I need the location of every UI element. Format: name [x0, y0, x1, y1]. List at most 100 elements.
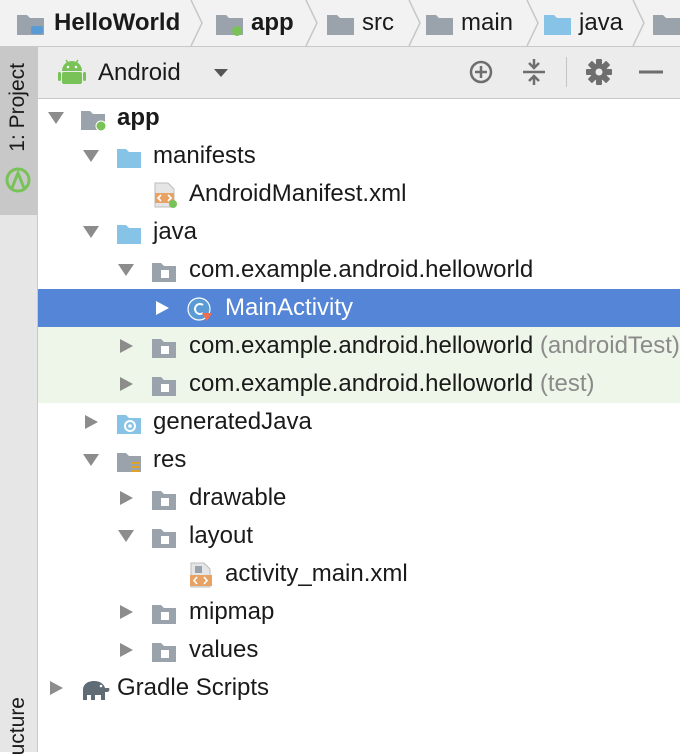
tree-node-package-android-test[interactable]: com.example.android.helloworld (androidT… [38, 327, 680, 365]
node-label: app [117, 104, 160, 131]
class-icon [187, 297, 212, 321]
node-label: manifests [153, 142, 256, 169]
package-icon [152, 377, 176, 396]
chevron-down-icon[interactable] [214, 69, 228, 77]
gear-icon[interactable] [584, 57, 614, 87]
source-folder-icon [117, 225, 141, 244]
tree-node-mipmap[interactable]: mipmap [38, 593, 680, 631]
folder-icon [152, 491, 176, 510]
expanded-arrow-icon[interactable] [83, 453, 99, 467]
locate-icon[interactable] [466, 57, 496, 87]
tree-node-main-activity[interactable]: MainActivity [38, 289, 680, 327]
folder-icon [152, 643, 176, 662]
expanded-arrow-icon[interactable] [118, 529, 134, 543]
expanded-arrow-icon[interactable] [48, 111, 64, 125]
node-label: com.example.android.helloworld (androidT… [189, 332, 680, 359]
expanded-arrow-icon[interactable] [118, 263, 134, 277]
tree-node-android-manifest[interactable]: AndroidManifest.xml [38, 175, 680, 213]
generated-folder-icon [117, 415, 141, 434]
breadcrumb: HelloWorld app src main java [0, 0, 680, 47]
breadcrumb-label: app [251, 9, 294, 36]
breadcrumb-item-main[interactable]: main [423, 0, 533, 46]
module-folder-icon [216, 15, 243, 36]
breadcrumb-item-helloworld[interactable]: HelloWorld [0, 0, 190, 46]
expanded-arrow-icon[interactable] [83, 225, 99, 239]
collapsed-arrow-icon[interactable] [48, 681, 64, 695]
folder-icon [152, 605, 176, 624]
minimize-icon[interactable] [636, 57, 666, 87]
breadcrumb-separator [408, 0, 421, 46]
project-tool-tab[interactable]: 1: Project [0, 47, 37, 215]
tree-node-layout[interactable]: layout [38, 517, 680, 555]
node-label: com.example.android.helloworld [189, 256, 534, 283]
folder-icon [426, 15, 453, 35]
project-tab-label: 1: Project [6, 63, 29, 152]
tree-node-manifests[interactable]: manifests [38, 137, 680, 175]
tree-node-drawable[interactable]: drawable [38, 479, 680, 517]
view-mode-label[interactable]: Android [98, 59, 181, 87]
node-suffix: (test) [539, 370, 595, 397]
tool-window-strip: 1: Project ucture [0, 47, 38, 755]
breadcrumb-item-src[interactable]: src [320, 0, 415, 46]
breadcrumb-separator [190, 0, 203, 46]
node-label: drawable [189, 484, 287, 511]
structure-tab-label[interactable]: ucture [6, 697, 30, 755]
tree-node-activity-main[interactable]: activity_main.xml [38, 555, 680, 593]
tree-node-package-main[interactable]: com.example.android.helloworld [38, 251, 680, 289]
module-icon [81, 111, 106, 132]
project-panel-header: Android [38, 47, 680, 99]
breadcrumb-separator [632, 0, 645, 46]
node-label: generatedJava [153, 408, 312, 435]
manifest-file-icon [154, 182, 177, 208]
folder-icon [327, 15, 354, 35]
node-label: AndroidManifest.xml [189, 180, 407, 207]
collapsed-arrow-icon[interactable] [118, 339, 134, 353]
package-icon [152, 263, 176, 282]
node-label: Gradle Scripts [117, 674, 270, 701]
layout-file-icon [190, 562, 212, 588]
tree-node-gradle-scripts[interactable]: Gradle Scripts [38, 669, 680, 707]
collapsed-arrow-icon[interactable] [83, 415, 99, 429]
resource-folder-icon [117, 453, 141, 472]
node-label: layout [189, 522, 254, 549]
node-suffix: (androidTest) [539, 332, 680, 359]
project-folder-icon [17, 15, 44, 35]
source-folder-icon [544, 15, 571, 35]
collapsed-arrow-icon[interactable] [154, 301, 170, 315]
gradle-elephant-icon [83, 681, 110, 700]
collapsed-arrow-icon[interactable] [118, 605, 134, 619]
breadcrumb-label: src [362, 9, 394, 36]
breadcrumb-item-java[interactable]: java [541, 0, 641, 46]
tree-node-generated-java[interactable]: generatedJava [38, 403, 680, 441]
breadcrumb-separator [526, 0, 539, 46]
breadcrumb-separator [305, 0, 318, 46]
tree-node-app[interactable]: app [38, 99, 680, 137]
breadcrumb-label: HelloWorld [54, 9, 181, 36]
project-tree: app manifests AndroidManifest.xml java c… [38, 98, 680, 752]
node-label: java [153, 218, 198, 245]
tree-node-res[interactable]: res [38, 441, 680, 479]
breadcrumb-item-app[interactable]: app [205, 0, 305, 46]
node-label: MainActivity [225, 294, 354, 321]
collapsed-arrow-icon[interactable] [118, 491, 134, 505]
collapsed-arrow-icon[interactable] [118, 377, 134, 391]
collapse-all-icon[interactable] [519, 57, 549, 87]
node-label: values [189, 636, 259, 663]
package-icon [152, 339, 176, 358]
node-label: mipmap [189, 598, 275, 625]
toolbar-divider [566, 57, 567, 87]
tree-node-values[interactable]: values [38, 631, 680, 669]
node-label: com.example.android.helloworld (test) [189, 370, 595, 397]
collapsed-arrow-icon[interactable] [118, 643, 134, 657]
android-studio-icon [5, 167, 31, 193]
breadcrumb-label: main [461, 9, 514, 36]
node-label: activity_main.xml [225, 560, 408, 587]
node-label: res [153, 446, 187, 473]
folder-icon[interactable] [652, 11, 680, 37]
tree-node-package-test[interactable]: com.example.android.helloworld (test) [38, 365, 680, 403]
tree-node-java[interactable]: java [38, 213, 680, 251]
folder-icon [117, 149, 141, 168]
folder-icon [152, 529, 176, 548]
expanded-arrow-icon[interactable] [83, 149, 99, 163]
breadcrumb-label: java [579, 9, 624, 36]
